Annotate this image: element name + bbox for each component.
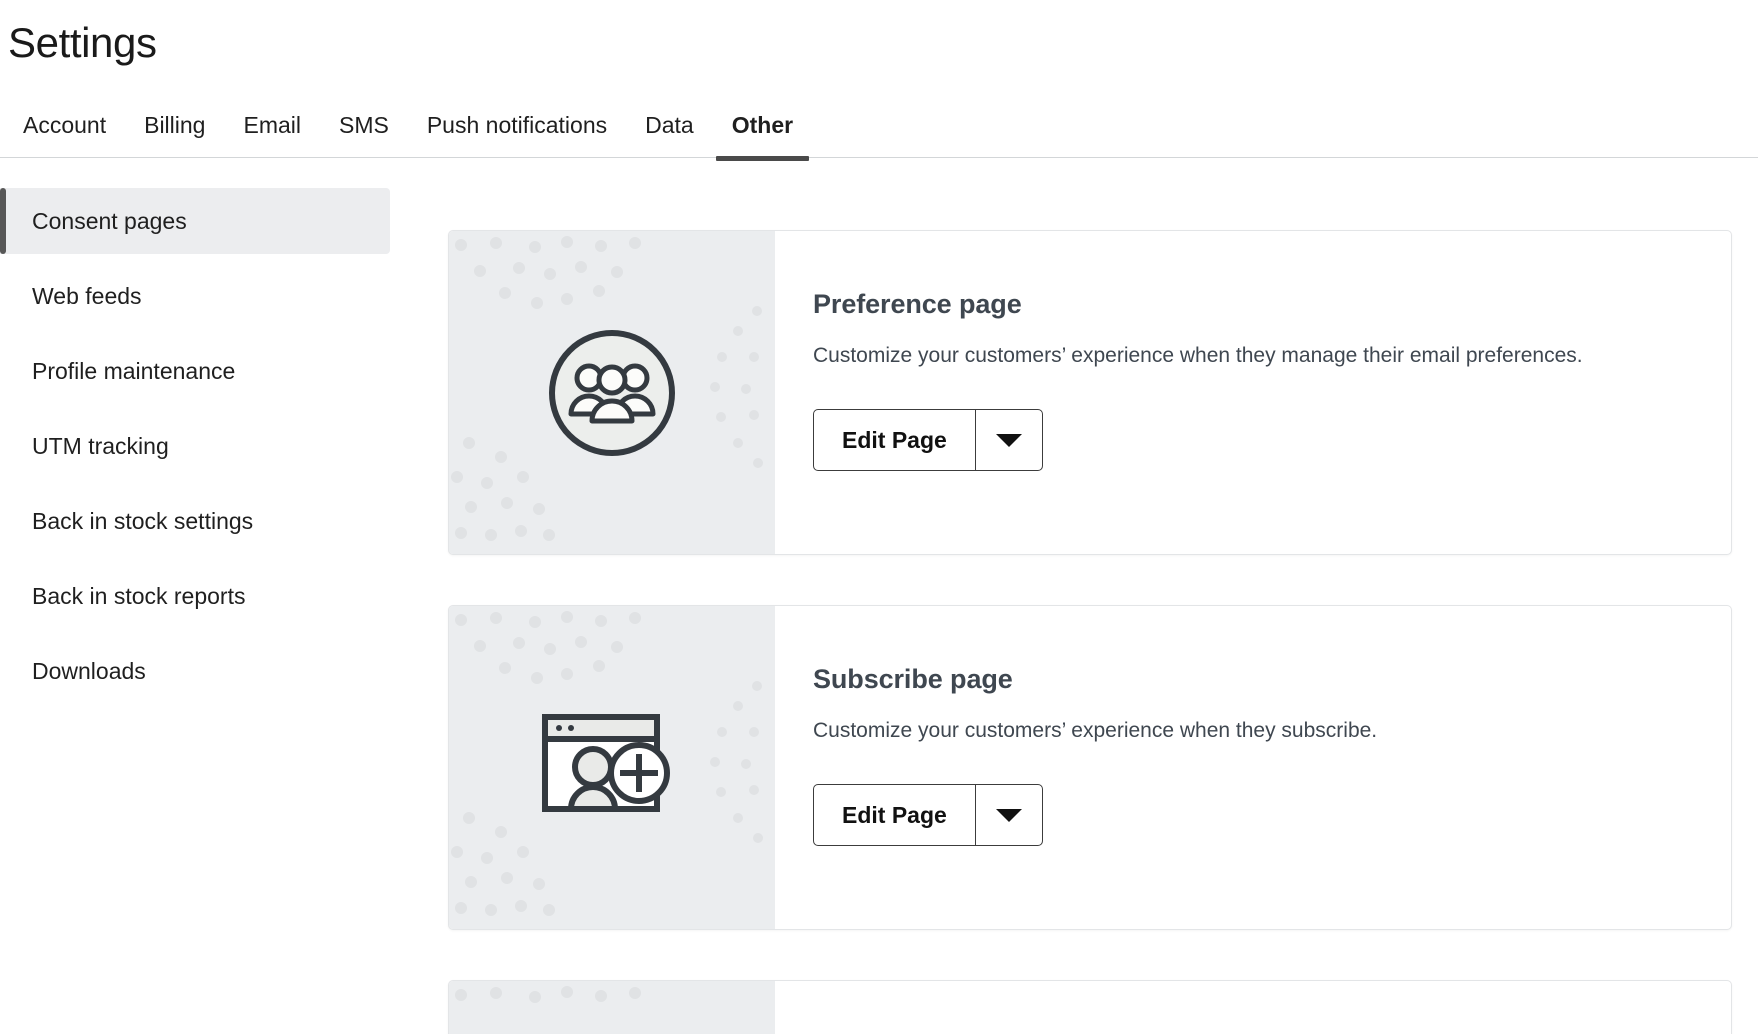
sidebar-item-label: Web feeds (32, 283, 142, 310)
page-title: Settings (8, 20, 1758, 66)
tab-billing[interactable]: Billing (125, 114, 224, 157)
sidebar-item-label: Back in stock reports (32, 583, 245, 610)
edit-page-split-button[interactable]: Edit Page (813, 409, 1043, 471)
card-content: Subscribe page Customize your customers’… (775, 606, 1731, 929)
card-content: Preference page Customize your customers… (775, 231, 1731, 554)
card-thumbnail (449, 231, 775, 554)
card-heading: Subscribe page (813, 664, 1685, 695)
sidebar-item-utm-tracking[interactable]: UTM tracking (0, 413, 390, 479)
sidebar-item-label: Consent pages (32, 208, 187, 235)
card-thumbnail (449, 981, 775, 1034)
card-description: Customize your customers’ experience whe… (813, 341, 1613, 371)
dot-pattern-decoration (449, 981, 775, 1034)
settings-sidebar: Consent pages Web feeds Profile maintena… (0, 176, 390, 713)
sidebar-item-downloads[interactable]: Downloads (0, 638, 390, 704)
card-heading: Preference page (813, 289, 1685, 320)
chevron-down-icon (996, 809, 1022, 822)
edit-page-split-button[interactable]: Edit Page (813, 784, 1043, 846)
page-header: Settings (0, 0, 1758, 66)
sidebar-item-label: Downloads (32, 658, 146, 685)
settings-body: Consent pages Web feeds Profile maintena… (0, 158, 1758, 1017)
sidebar-item-label: Back in stock settings (32, 508, 253, 535)
card-preference-page: Preference page Customize your customers… (448, 230, 1732, 555)
people-group-circle-icon (547, 328, 677, 458)
card-description: Customize your customers’ experience whe… (813, 716, 1613, 746)
edit-page-dropdown-button[interactable] (976, 785, 1042, 845)
tab-other[interactable]: Other (713, 114, 812, 157)
browser-add-person-icon (541, 705, 683, 831)
tab-sms[interactable]: SMS (320, 114, 408, 157)
consent-pages-card-list: Preference page Customize your customers… (390, 176, 1758, 1034)
chevron-down-icon (996, 434, 1022, 447)
sidebar-item-profile-maintenance[interactable]: Profile maintenance (0, 338, 390, 404)
card-partial-below-fold (448, 980, 1732, 1034)
card-thumbnail (449, 606, 775, 929)
settings-tab-bar: Account Billing Email SMS Push notificat… (0, 90, 1758, 158)
tab-email[interactable]: Email (224, 114, 320, 157)
card-subscribe-page: Subscribe page Customize your customers’… (448, 605, 1732, 930)
sidebar-item-label: Profile maintenance (32, 358, 235, 385)
sidebar-item-web-feeds[interactable]: Web feeds (0, 263, 390, 329)
sidebar-item-back-in-stock-settings[interactable]: Back in stock settings (0, 488, 390, 554)
edit-page-dropdown-button[interactable] (976, 410, 1042, 470)
tab-push-notifications[interactable]: Push notifications (408, 114, 626, 157)
sidebar-item-label: UTM tracking (32, 433, 169, 460)
edit-page-button[interactable]: Edit Page (814, 410, 975, 470)
tab-data[interactable]: Data (626, 114, 713, 157)
edit-page-button[interactable]: Edit Page (814, 785, 975, 845)
sidebar-item-consent-pages[interactable]: Consent pages (0, 188, 390, 254)
card-content (775, 981, 1731, 1034)
tab-account[interactable]: Account (4, 114, 125, 157)
sidebar-item-back-in-stock-reports[interactable]: Back in stock reports (0, 563, 390, 629)
